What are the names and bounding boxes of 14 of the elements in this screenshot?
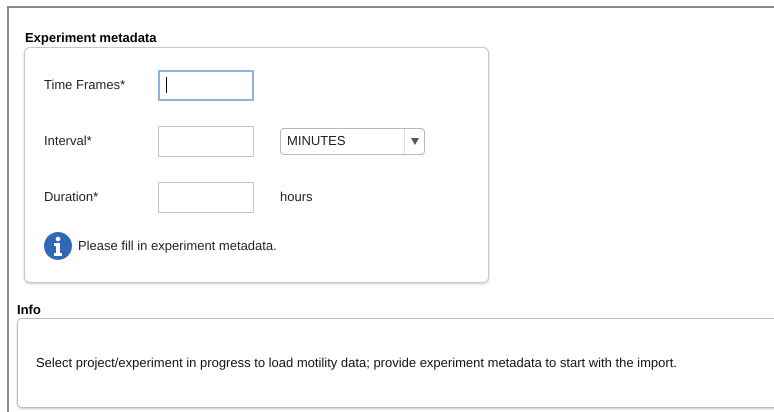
input-field[interactable] <box>158 182 254 212</box>
section-title: Info <box>17 302 42 318</box>
info-text: Select project/experiment in progress to load motility data; provide experiment metadata to start with the import. <box>36 354 677 372</box>
field-label: Interval* <box>44 132 93 150</box>
info-icon <box>44 232 72 260</box>
section-title: Experiment metadata <box>25 30 158 46</box>
input-field[interactable] <box>158 70 254 100</box>
info-message: Please fill in experiment metadata. <box>78 237 277 256</box>
unit-dropdown[interactable]: MINUTES <box>280 128 425 154</box>
caret-icon <box>410 138 418 144</box>
input-field[interactable] <box>158 126 254 156</box>
unit-label: hours <box>280 188 313 206</box>
field-label: Duration* <box>44 188 100 206</box>
field-label: Time Frames* <box>44 76 126 94</box>
